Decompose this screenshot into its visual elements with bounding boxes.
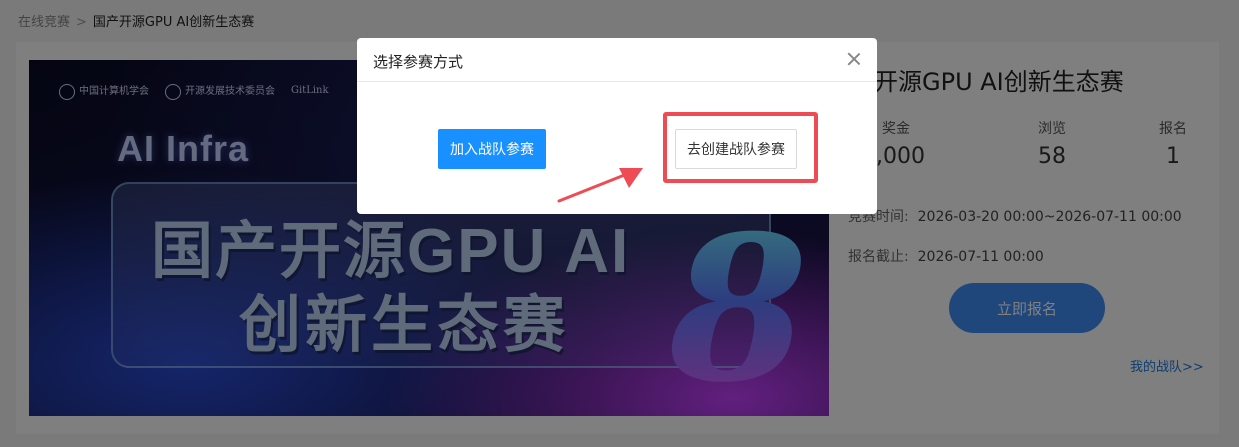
- dialog-header: 选择参赛方式: [357, 38, 877, 82]
- close-icon[interactable]: [845, 50, 863, 68]
- annotation-highlight-box: [663, 112, 818, 183]
- join-team-button[interactable]: 加入战队参赛: [438, 129, 546, 169]
- dialog-title: 选择参赛方式: [373, 53, 464, 71]
- annotation-arrow-icon: [557, 168, 643, 203]
